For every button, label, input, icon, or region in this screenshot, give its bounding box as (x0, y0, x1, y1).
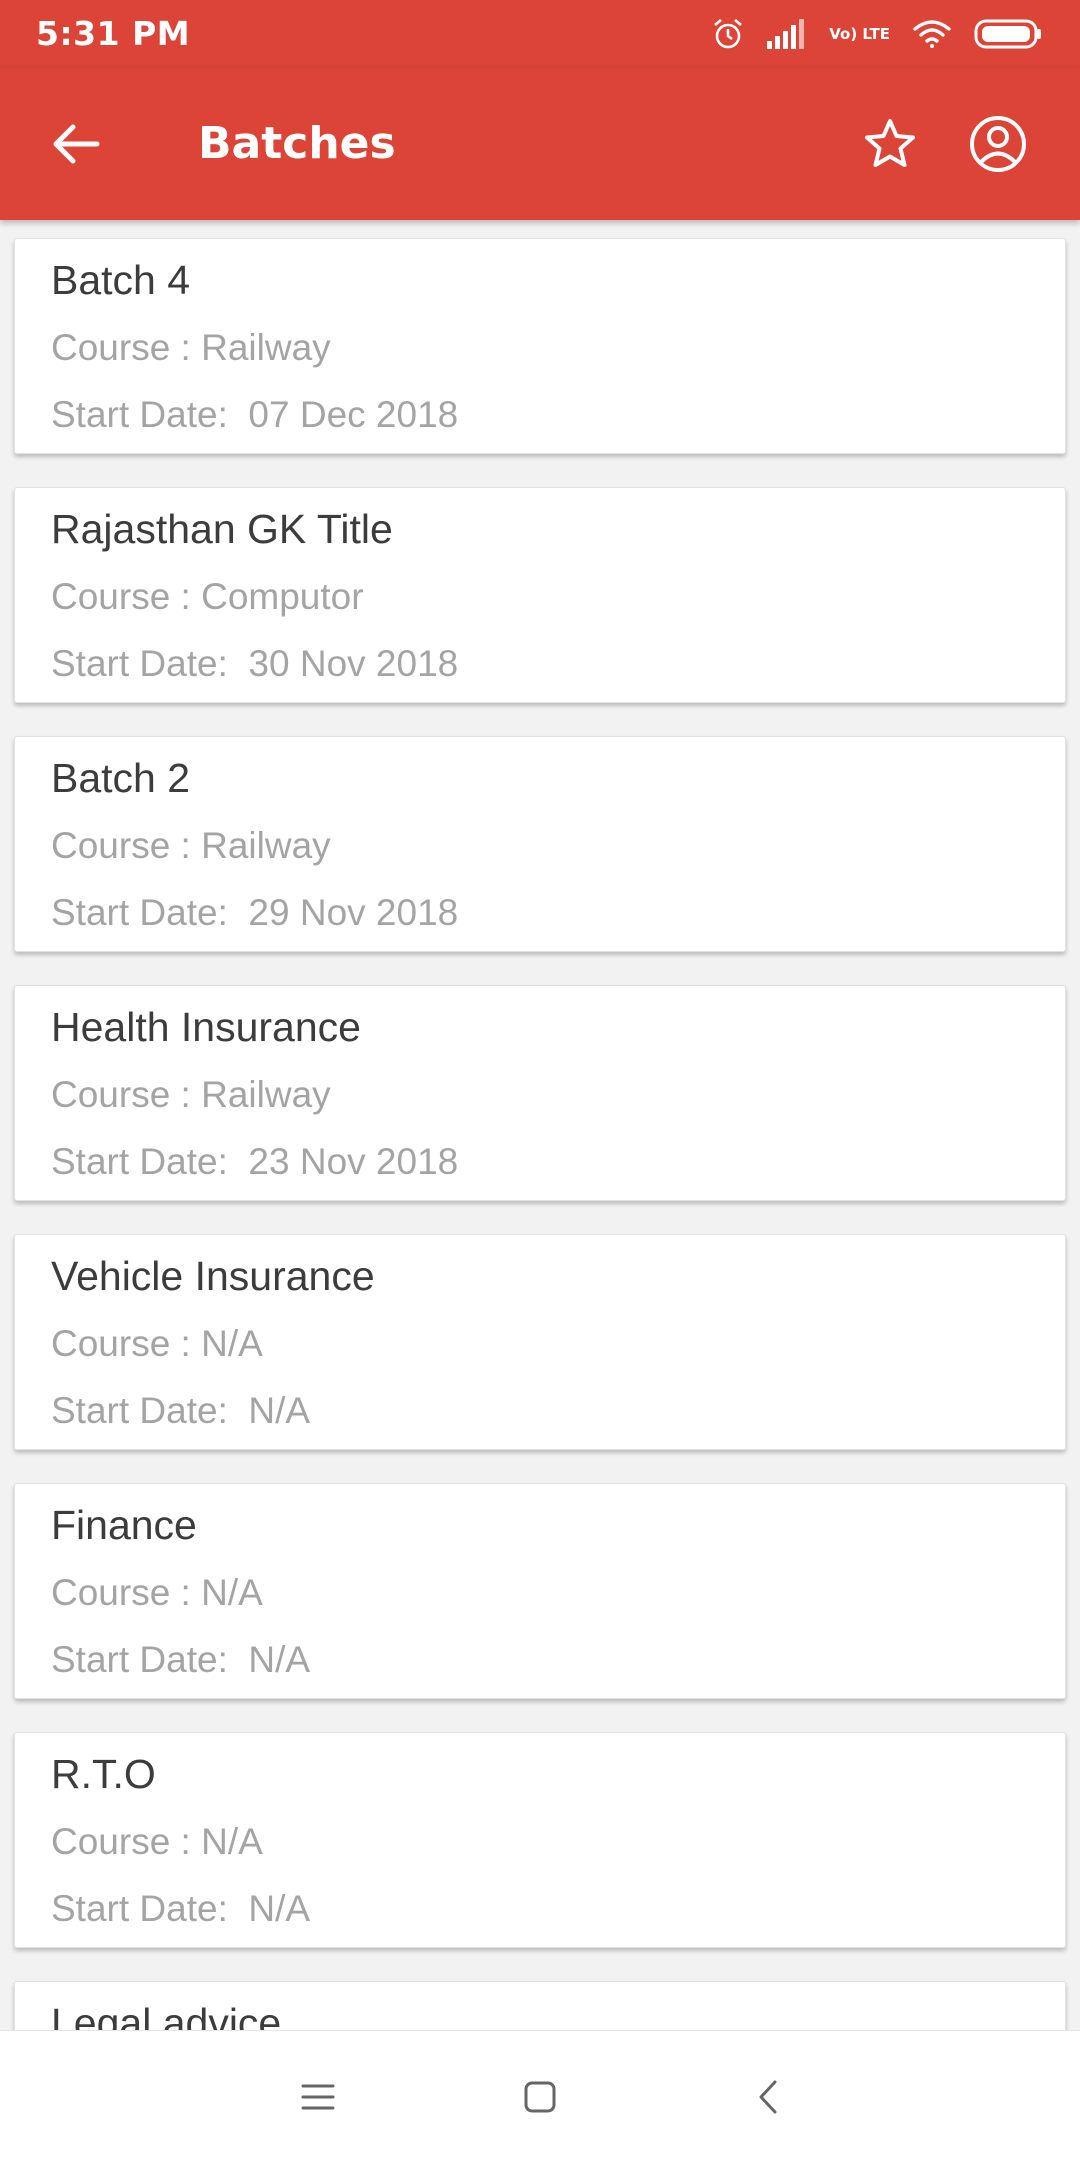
batch-course: Course : Railway (51, 825, 331, 866)
batch-card[interactable]: Rajasthan GK Title Course : Computor Sta… (14, 487, 1066, 703)
batch-card[interactable]: R.T.O Course : N/A Start Date: N/A (14, 1732, 1066, 1948)
status-icons: Vo) LTE (711, 14, 1044, 54)
home-button[interactable] (510, 2067, 570, 2127)
batch-start-date: Start Date: 23 Nov 2018 (51, 1141, 459, 1182)
back-icon (759, 2080, 777, 2114)
app-bar: Batches (0, 68, 1080, 220)
batch-start-date: Start Date: 30 Nov 2018 (51, 643, 459, 684)
batch-card[interactable]: Health Insurance Course : Railway Start … (14, 985, 1066, 1201)
back-arrow-icon (53, 124, 100, 164)
system-nav-bar (0, 2030, 1080, 2160)
batch-title: Rajasthan GK Title (51, 506, 393, 552)
status-bar: 5:31 PM Vo) LTE (0, 0, 1080, 68)
profile-button[interactable] (960, 106, 1036, 182)
menu-icon (301, 2084, 335, 2110)
batch-title: Batch 2 (51, 755, 191, 801)
batch-card[interactable]: Legal advice (14, 1981, 1066, 2030)
batch-start-date: Start Date: 29 Nov 2018 (51, 892, 459, 933)
batch-course: Course : Railway (51, 327, 331, 368)
signal-icon (767, 19, 807, 49)
volte-icon: Vo) LTE (829, 24, 890, 43)
batch-start-date: Start Date: N/A (51, 1639, 311, 1680)
batch-title: Finance (51, 1502, 197, 1548)
batch-start-date: Start Date: N/A (51, 1390, 311, 1431)
batch-course: Course : Computor (51, 576, 364, 617)
alarm-icon (711, 17, 745, 51)
batch-title: R.T.O (51, 1751, 156, 1797)
batch-start-date: Start Date: 07 Dec 2018 (51, 394, 459, 435)
batch-card[interactable]: Finance Course : N/A Start Date: N/A (14, 1483, 1066, 1699)
batch-course: Course : N/A (51, 1323, 263, 1364)
batch-start-date: Start Date: N/A (51, 1888, 311, 1929)
star-icon (865, 119, 915, 167)
batch-title: Batch 4 (51, 257, 191, 303)
battery-icon (974, 18, 1044, 50)
home-icon (524, 2081, 556, 2113)
favorites-button[interactable] (854, 108, 926, 180)
batch-course: Course : Railway (51, 1074, 331, 1115)
wifi-icon (912, 19, 952, 49)
batch-title: Legal advice (51, 2000, 282, 2030)
batch-course: Course : N/A (51, 1821, 263, 1862)
batch-card[interactable]: Vehicle Insurance Course : N/A Start Dat… (14, 1234, 1066, 1450)
batch-title: Vehicle Insurance (51, 1253, 375, 1299)
account-circle-icon (970, 116, 1026, 172)
back-button[interactable] (44, 112, 108, 176)
batch-title: Health Insurance (51, 1004, 361, 1050)
page-title: Batches (198, 118, 396, 169)
batch-card[interactable]: Batch 2 Course : Railway Start Date: 29 … (14, 736, 1066, 952)
menu-button[interactable] (288, 2067, 348, 2127)
back-nav-button[interactable] (738, 2067, 798, 2127)
status-time: 5:31 PM (36, 14, 191, 53)
batch-list: Batch 4 Course : Railway Start Date: 07 … (0, 220, 1080, 2030)
batch-course: Course : N/A (51, 1572, 263, 1613)
batch-card[interactable]: Batch 4 Course : Railway Start Date: 07 … (14, 238, 1066, 454)
